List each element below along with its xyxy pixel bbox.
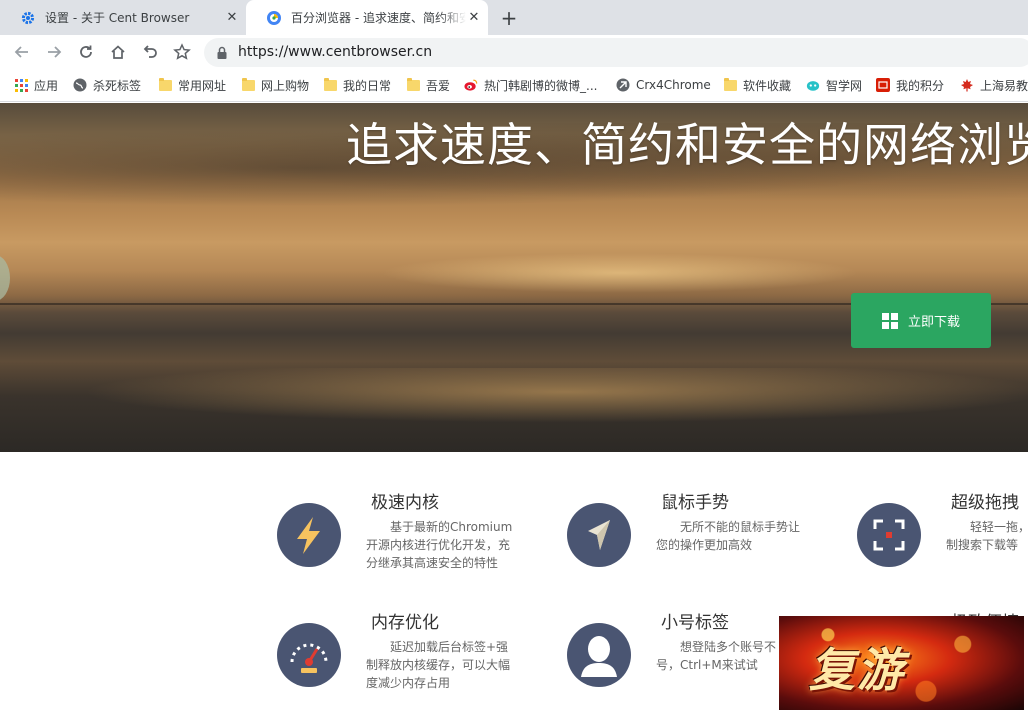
folder-icon <box>241 77 255 92</box>
folder-icon <box>323 77 337 92</box>
bookmark-label: 杀死标签 <box>93 78 142 93</box>
weibo-icon <box>464 78 478 92</box>
toolbar: https://www.centbrowser.cn <box>0 35 1028 69</box>
feature-title: 鼠标手势 <box>661 493 729 513</box>
back-button[interactable] <box>10 40 34 64</box>
feature-title: 小号标签 <box>661 613 729 633</box>
bookmark-item[interactable]: 智学网 <box>806 75 862 95</box>
feature-description: 无所不能的鼠标手势让您的操作更加高效 <box>656 520 801 552</box>
drag-frame-icon <box>857 503 921 567</box>
bookmark-folder[interactable]: 网上购物 <box>241 75 309 95</box>
back-arrow-icon <box>14 46 28 58</box>
bookmark-label: 网上购物 <box>261 78 310 93</box>
bookmark-label: 常用网址 <box>178 78 227 93</box>
hero-sun-glow <box>380 253 860 293</box>
close-tab-icon[interactable]: ✕ <box>466 9 482 25</box>
user-silhouette-icon <box>567 623 631 687</box>
feature-description: 轻轻一拖，复制搜索下载等 <box>946 520 1028 552</box>
undo-icon <box>143 45 157 58</box>
lock-icon <box>217 46 227 59</box>
bookmark-item[interactable]: 杀死标签 <box>73 75 141 95</box>
gauge-icon <box>277 623 341 687</box>
feature-description: 想登陆多个账号不号，Ctrl+M来试试 <box>656 640 777 672</box>
bookmark-item[interactable]: 上海易教 <box>960 75 1028 95</box>
globe-icon <box>73 78 87 92</box>
feature-title: 极速内核 <box>371 493 439 513</box>
bookmark-label: 我的日常 <box>343 78 392 93</box>
reload-icon <box>80 45 92 58</box>
home-button[interactable] <box>106 40 130 64</box>
gear-icon <box>20 10 36 26</box>
folder-icon <box>723 77 737 92</box>
folder-icon <box>406 77 420 92</box>
tab-title: 百分浏览器 - 追求速度、简约和安全的网络浏览器 <box>291 11 466 25</box>
tab-strip: 设置 - 关于 Cent Browser ✕ 百分浏览器 - 追求速度、简约和安… <box>0 0 1028 35</box>
cent-browser-icon <box>266 10 282 26</box>
bookmark-label: 应用 <box>34 78 59 93</box>
download-label: 立即下载 <box>907 315 960 330</box>
points-icon <box>876 78 890 92</box>
tab-title: 设置 - 关于 Cent Browser <box>45 11 190 25</box>
bookmark-label: 吾爱 <box>426 78 451 93</box>
bookmark-label: Crx4Chrome <box>636 78 711 92</box>
feature-title: 内存优化 <box>371 613 439 633</box>
bookmark-star-button[interactable] <box>170 40 194 64</box>
bookmark-folder[interactable]: 常用网址 <box>158 75 226 95</box>
close-tab-icon[interactable]: ✕ <box>224 9 240 25</box>
home-icon <box>111 45 125 59</box>
crx-icon <box>616 78 630 92</box>
address-bar[interactable]: https://www.centbrowser.cn <box>204 38 1028 67</box>
bookmark-label: 上海易教 <box>980 78 1028 93</box>
feature-description: 基于最新的Chromium开源内核进行优化开发，充分继承其高速安全的特性 <box>366 520 513 570</box>
bookmark-folder[interactable]: 吾爱 <box>406 75 450 95</box>
bookmark-label: 我的积分 <box>896 78 945 93</box>
hero-title: 追求速度、简约和安全的网络浏览器 <box>346 118 1028 172</box>
forward-button[interactable] <box>42 40 66 64</box>
bookmark-label: 热门韩剧博的微博_... <box>484 78 598 93</box>
star-icon <box>173 43 191 60</box>
forward-arrow-icon <box>48 46 62 58</box>
undo-close-button[interactable] <box>138 40 162 64</box>
zhixue-icon <box>806 78 820 92</box>
windows-icon <box>881 312 898 329</box>
tab-settings[interactable]: 设置 - 关于 Cent Browser ✕ <box>0 0 246 35</box>
lightning-icon <box>277 503 341 567</box>
promo-logo: 复游 <box>809 643 905 697</box>
maple-icon <box>960 78 974 92</box>
bookmark-label: 软件收藏 <box>743 78 792 93</box>
reload-button[interactable] <box>74 40 98 64</box>
folder-icon <box>158 77 172 92</box>
bookmark-apps[interactable]: 应用 <box>14 75 58 95</box>
cursor-arrow-icon <box>567 503 631 567</box>
new-tab-button[interactable]: + <box>498 6 520 30</box>
download-button[interactable]: 立即下载 <box>851 293 991 348</box>
hero-water-reflection <box>0 368 1028 428</box>
url-text: https://www.centbrowser.cn <box>238 44 433 60</box>
bookmark-folder[interactable]: 我的日常 <box>323 75 391 95</box>
tab-centbrowser[interactable]: 百分浏览器 - 追求速度、简约和安全的网络浏览器 ✕ <box>246 0 488 35</box>
bookmarks-bar: 应用 杀死标签 常用网址 网上购物 我的日常 吾爱 热门韩剧博的微博_... C… <box>0 69 1028 102</box>
promo-banner[interactable]: 复游 <box>779 616 1024 710</box>
carousel-prev-button[interactable] <box>0 255 10 301</box>
feature-title: 超级拖拽 <box>951 493 1019 513</box>
bookmark-item[interactable]: 我的积分 <box>876 75 944 95</box>
bookmark-label: 智学网 <box>826 78 863 93</box>
hero-banner: 追求速度、简约和安全的网络浏览器 立即下载 <box>0 103 1028 452</box>
bookmark-folder[interactable]: 软件收藏 <box>723 75 791 95</box>
feature-description: 延迟加载后台标签+强制释放内核缓存，可以大幅度减少内存占用 <box>366 640 511 690</box>
bookmark-item[interactable]: 热门韩剧博的微博_... <box>464 75 597 95</box>
bookmark-item[interactable]: Crx4Chrome <box>616 75 711 95</box>
apps-grid-icon <box>14 78 28 92</box>
